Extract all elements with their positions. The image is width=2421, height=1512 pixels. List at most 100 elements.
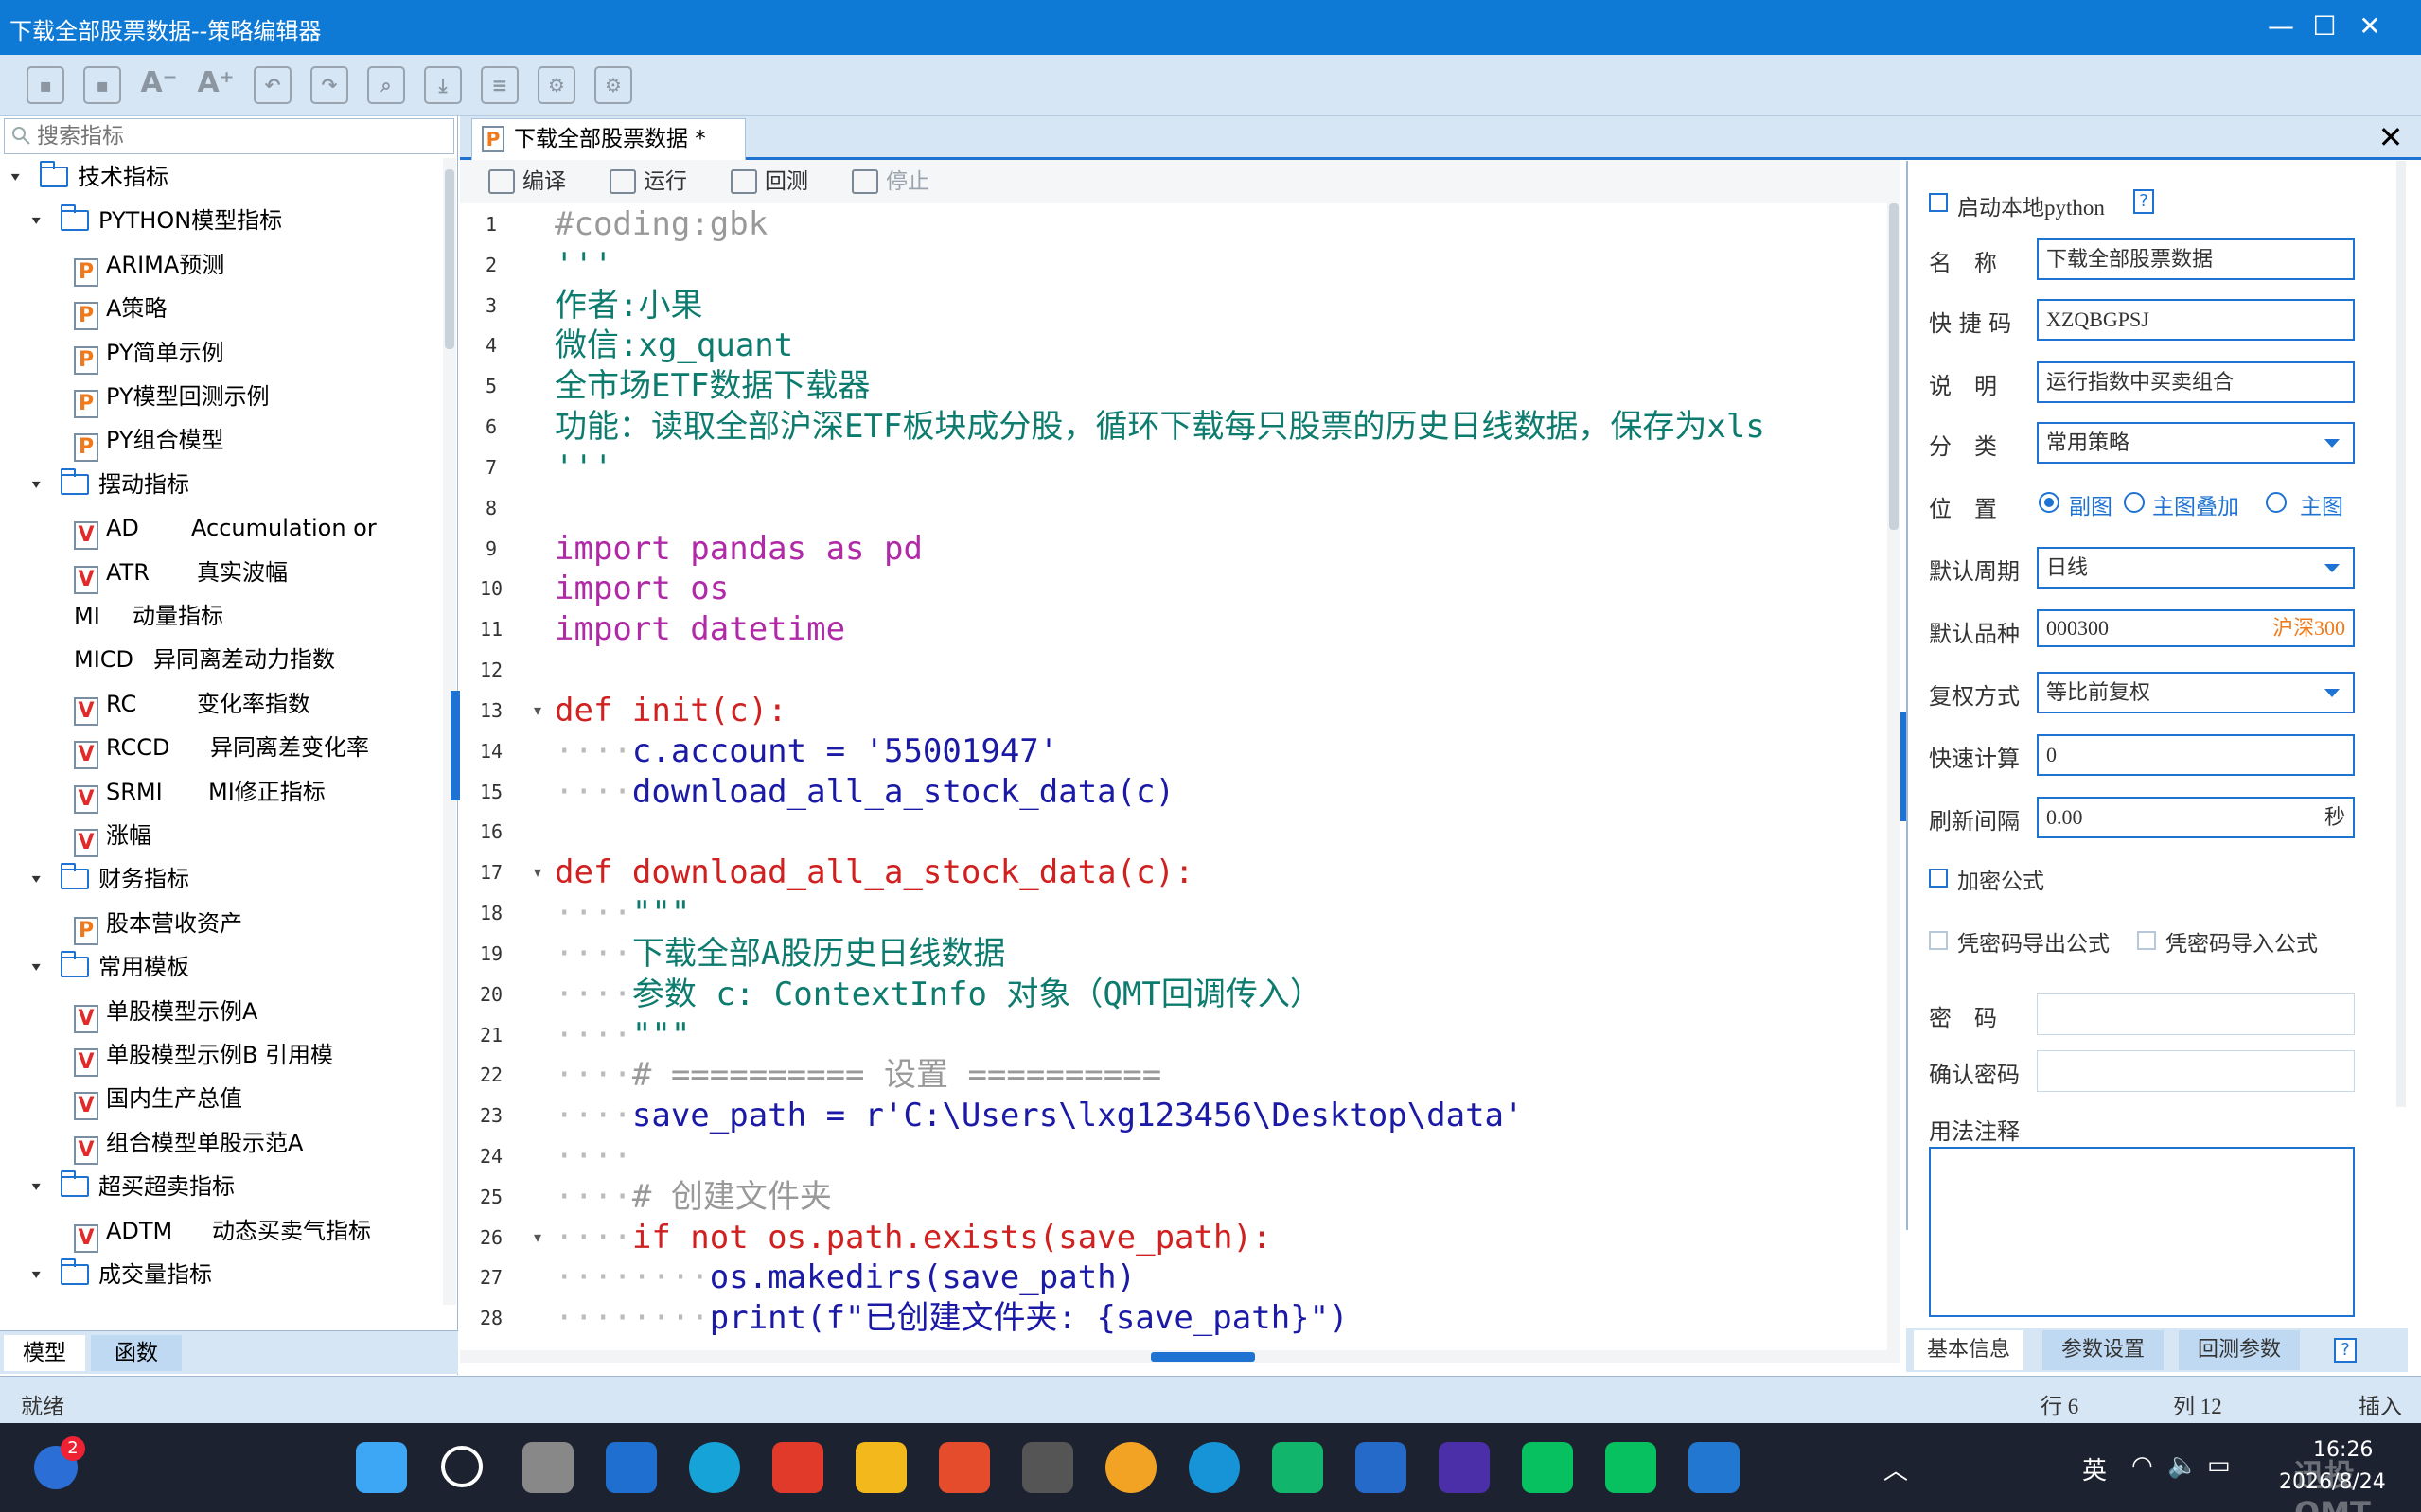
message-icon[interactable]	[1605, 1442, 1656, 1493]
radio-mainchart[interactable]	[2266, 492, 2287, 513]
wechat-icon[interactable]	[1522, 1442, 1573, 1493]
radio-overlay[interactable]	[2124, 492, 2145, 513]
expand-arrow-icon[interactable]: ▾	[11, 160, 31, 194]
expand-arrow-icon[interactable]: ▾	[32, 862, 52, 896]
edge-ai-icon[interactable]	[1189, 1442, 1240, 1493]
app-icon[interactable]	[1022, 1442, 1073, 1493]
tree-item[interactable]: V 国内生产总值	[74, 1081, 242, 1121]
search-app-icon[interactable]	[1439, 1442, 1490, 1493]
tree-item[interactable]: P A策略	[74, 291, 167, 331]
tree-group[interactable]: ▾ 摆动指标	[32, 467, 189, 501]
tab-param-settings[interactable]: 参数设置	[2042, 1330, 2164, 1370]
volume-icon[interactable]: 🔈	[2167, 1451, 2198, 1480]
adjust-select[interactable]: 等比前复权	[2037, 672, 2355, 713]
chevron-up-icon[interactable]: ︿	[1883, 1451, 1908, 1486]
name-field[interactable]: 下载全部股票数据	[2037, 238, 2355, 280]
tree-item[interactable]: V RC 变化率指数	[74, 687, 310, 726]
search-icon[interactable]	[441, 1446, 483, 1487]
tree-item[interactable]: P PY模型回测示例	[74, 379, 270, 418]
save-icon[interactable]: ▪	[27, 66, 64, 104]
radio-subchart[interactable]	[2039, 492, 2059, 513]
folder-icon[interactable]	[856, 1442, 907, 1493]
task-view-icon[interactable]	[522, 1442, 574, 1493]
tab-model[interactable]: 模型	[4, 1335, 85, 1371]
vscode-icon[interactable]	[1688, 1442, 1740, 1493]
encrypt-checkbox[interactable]	[1929, 869, 1948, 888]
tree-group[interactable]: ▾ 常用模板	[32, 950, 189, 984]
tab-function[interactable]: 函数	[91, 1335, 182, 1371]
outlook-icon[interactable]	[606, 1442, 657, 1493]
tree-item[interactable]: V 涨幅	[74, 818, 151, 857]
wecom-icon[interactable]	[1272, 1442, 1323, 1493]
tab-basic-info[interactable]: 基本信息	[1914, 1330, 2023, 1370]
tree-group[interactable]: ▾ 技术指标	[11, 160, 168, 194]
close-window-button[interactable]: ✕	[2351, 8, 2389, 45]
tree-item[interactable]: V 组合模型单股示范A	[74, 1126, 303, 1165]
settings-doc-icon[interactable]: ⚙	[538, 66, 575, 104]
variety-field[interactable]: 000300 沪深300	[2037, 609, 2355, 647]
expand-arrow-icon[interactable]: ▾	[32, 1257, 52, 1292]
undo-icon[interactable]: ↶	[254, 66, 292, 104]
tree-item[interactable]: V 单股模型示例B 引用模	[74, 1038, 333, 1077]
export-pw-checkbox[interactable]	[1929, 931, 1948, 950]
password-field[interactable]	[2037, 993, 2355, 1035]
backtest-button[interactable]: 回测	[731, 166, 808, 198]
tree-item[interactable]: MICD 异同离差动力指数	[74, 642, 335, 677]
wps-icon[interactable]	[772, 1442, 823, 1493]
fold-toggle-icon[interactable]: ▾	[534, 1228, 541, 1246]
import-pw-checkbox[interactable]	[2137, 931, 2156, 950]
compile-button[interactable]: 编译	[488, 166, 566, 198]
description-field[interactable]: 运行指数中买卖组合	[2037, 361, 2355, 403]
edge-icon[interactable]	[689, 1442, 740, 1493]
tree-group[interactable]: ▾ 财务指标	[32, 862, 189, 896]
tree-item[interactable]: MI 动量指标	[74, 599, 223, 633]
font-decrease-icon[interactable]: A⁻	[140, 66, 178, 104]
tree-item[interactable]: P PY简单示例	[74, 336, 224, 375]
fold-toggle-icon[interactable]: ▾	[534, 863, 541, 881]
help-icon[interactable]: ?	[2334, 1338, 2357, 1363]
maximize-button[interactable]: ☐	[2306, 8, 2343, 45]
tree-item[interactable]: P ARIMA预测	[74, 248, 224, 287]
stop-button[interactable]: 停止	[852, 166, 929, 198]
tree-group[interactable]: ▾ 成交量指标	[32, 1257, 212, 1292]
store-icon[interactable]	[939, 1442, 990, 1493]
wifi-icon[interactable]: ◠	[2131, 1451, 2153, 1480]
ime-indicator[interactable]: 英	[2082, 1451, 2107, 1486]
tree-item[interactable]: P PY组合模型	[74, 423, 224, 463]
battery-icon[interactable]: ▭	[2207, 1451, 2231, 1480]
help-icon[interactable]: ?	[2133, 189, 2154, 214]
local-python-checkbox[interactable]	[1929, 193, 1948, 212]
tree-item[interactable]: V ADTM 动态买卖气指标	[74, 1214, 371, 1253]
run-button[interactable]: 运行	[610, 166, 687, 198]
tree-group[interactable]: ▾ PYTHON模型指标	[32, 203, 282, 237]
password-confirm-field[interactable]	[2037, 1050, 2355, 1092]
fastcalc-field[interactable]: 0	[2037, 734, 2355, 776]
close-tab-button[interactable]: ✕	[2374, 120, 2408, 154]
tree-item[interactable]: V 单股模型示例A	[74, 994, 257, 1033]
paint-icon[interactable]	[1105, 1442, 1157, 1493]
fold-toggle-icon[interactable]: ▾	[534, 701, 541, 719]
search-box[interactable]	[4, 118, 454, 154]
tree-item[interactable]: V ATR 真实波幅	[74, 555, 288, 594]
code-vertical-scrollbar[interactable]	[1887, 203, 1900, 1350]
tree-item[interactable]: V RCCD 异同离差变化率	[74, 730, 369, 770]
minimize-button[interactable]: —	[2262, 8, 2300, 45]
export-icon[interactable]: ≡	[481, 66, 519, 104]
redo-icon[interactable]: ↷	[310, 66, 348, 104]
expand-arrow-icon[interactable]: ▾	[32, 1169, 52, 1204]
notes-textarea[interactable]	[1929, 1147, 2355, 1317]
tree-item[interactable]: P 股本营收资产	[74, 906, 242, 945]
tree-item[interactable]: V AD Accumulation or	[74, 511, 377, 551]
shortcut-field[interactable]: XZQBGPSJ	[2037, 299, 2355, 341]
document-tab[interactable]: P 下载全部股票数据 *	[471, 118, 746, 160]
qmt-icon[interactable]	[1355, 1442, 1406, 1493]
find-icon[interactable]: ⌕	[367, 66, 405, 104]
tree-item[interactable]: VAMOUNT	[74, 1301, 206, 1305]
expand-arrow-icon[interactable]: ▾	[32, 950, 52, 984]
font-increase-icon[interactable]: A⁺	[197, 66, 235, 104]
search-input[interactable]	[37, 123, 444, 149]
period-select[interactable]: 日线	[2037, 547, 2355, 589]
refresh-field[interactable]: 0.00 秒	[2037, 797, 2355, 838]
import-icon[interactable]: ⤓	[424, 66, 462, 104]
code-editor[interactable]: 1 2 3 4 5 6 7 8 9 10 11 12 13 14 15 16 17 18 19 20 21 22 23 24 2…	[460, 203, 1900, 1350]
